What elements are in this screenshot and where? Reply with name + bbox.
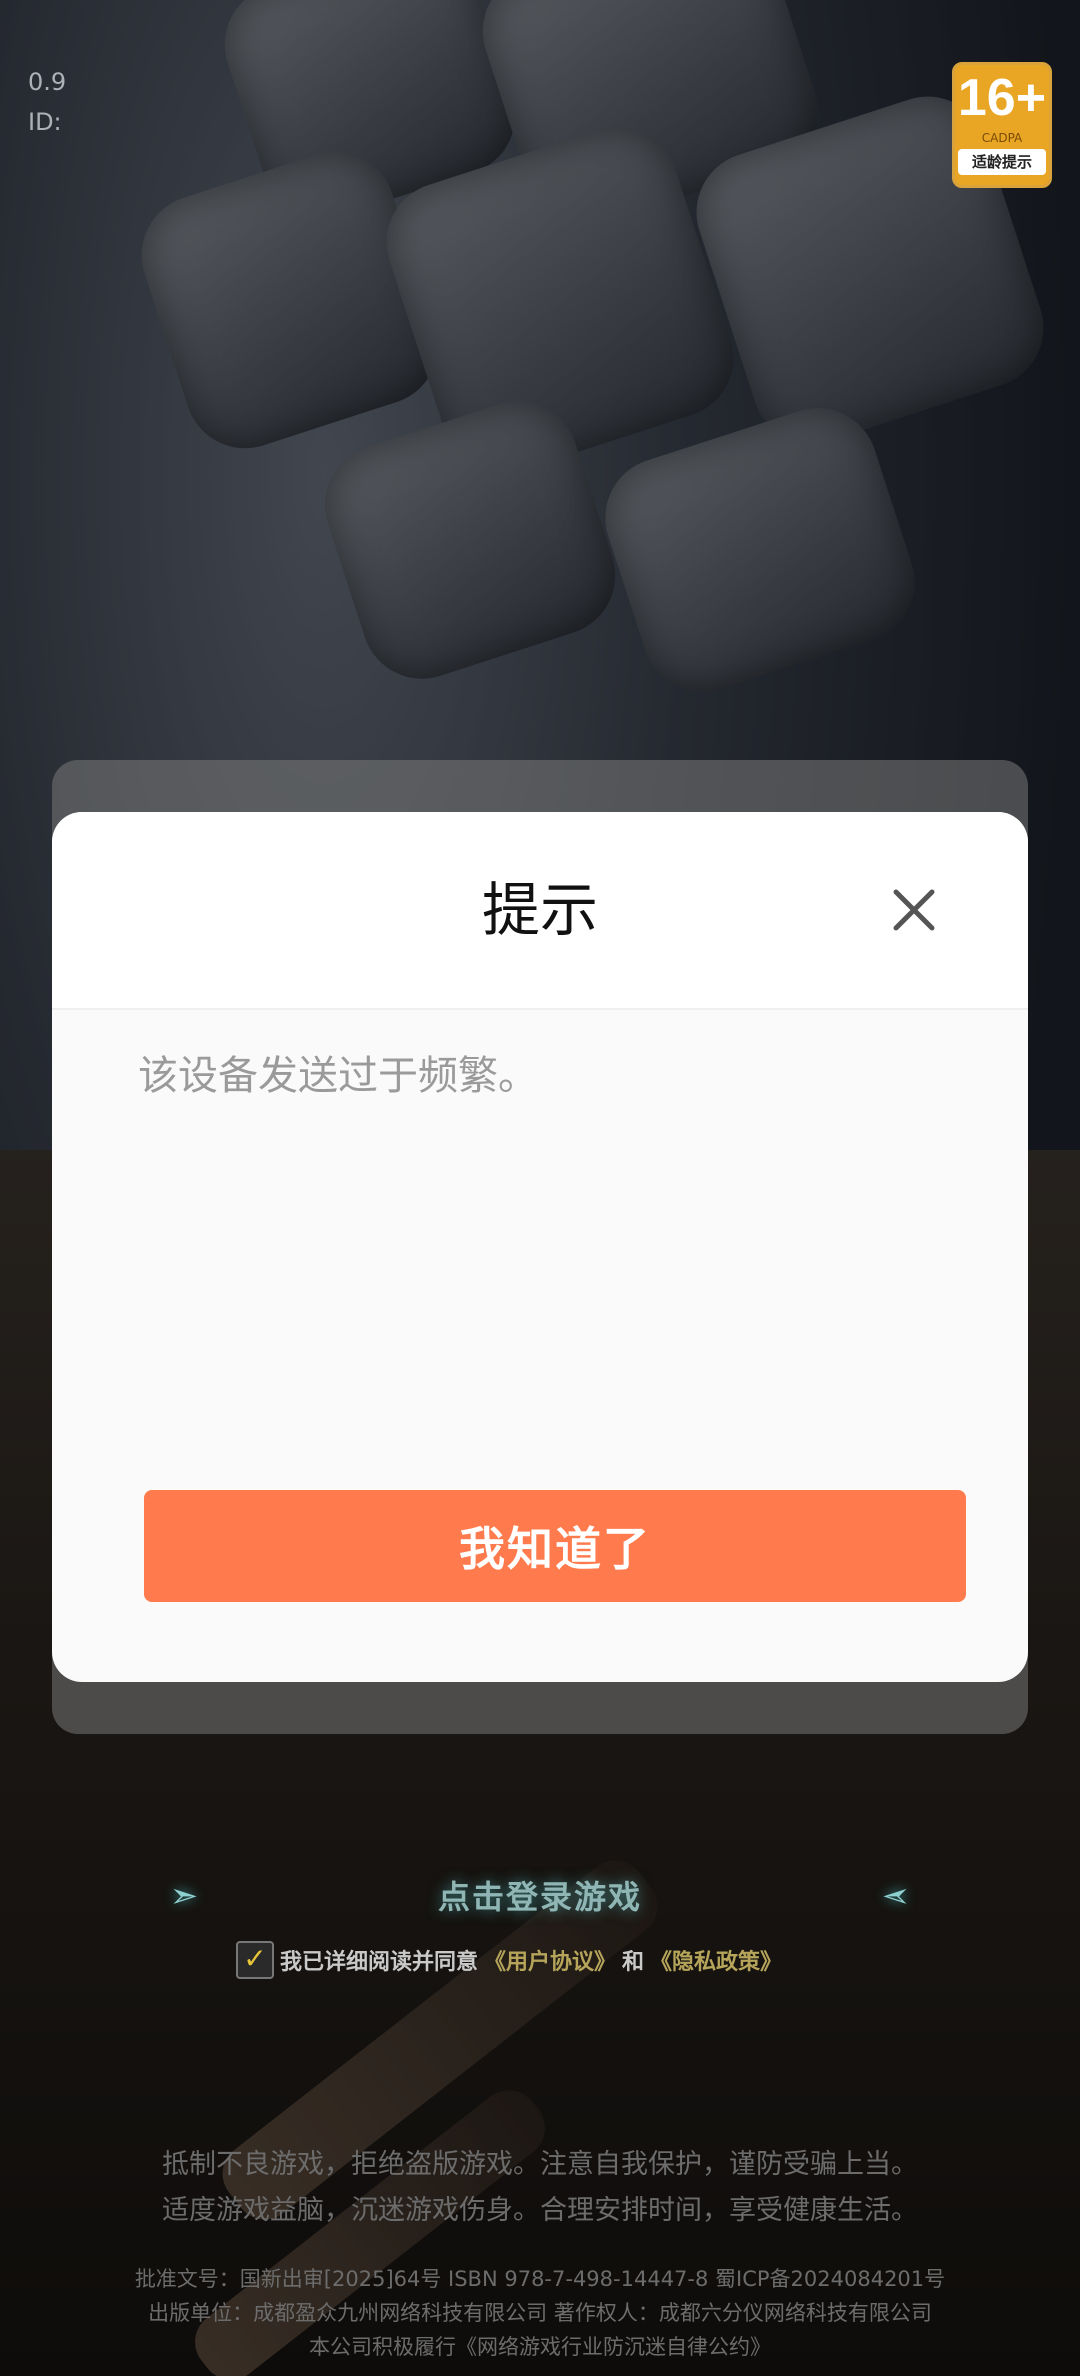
- age-rating-badge[interactable]: 16+ CADPA 适龄提示: [952, 62, 1052, 188]
- privacy-policy-link[interactable]: 《隐私政策》: [650, 1944, 782, 1976]
- arrow-right-icon: ➣: [169, 1876, 199, 1916]
- age-rating-org: CADPA: [981, 131, 1023, 145]
- agreement-row: ✓ 我已详细阅读并同意 《用户协议》 和 《隐私政策》: [236, 1940, 782, 1980]
- login-game-button[interactable]: ➣ 点击登录游戏 ➣: [160, 1864, 920, 1926]
- publication-line: 批准文号：国新出审[2025]64号 ISBN 978-7-498-14447-…: [134, 2267, 946, 2291]
- arrow-left-icon: ➣: [881, 1876, 911, 1916]
- id-text: ID:: [28, 108, 62, 136]
- health-notice: 抵制不良游戏，拒绝盗版游戏。注意自我保护，谨防受骗上当。 适度游戏益脑，沉迷游戏…: [0, 2142, 1080, 2234]
- version-info: 0.9 ID:: [28, 62, 66, 142]
- agreement-and: 和: [622, 1950, 645, 1975]
- publication-line: 本公司积极履行《网络游戏行业防沉迷自律公约》: [309, 2335, 771, 2359]
- dialog-message: 该设备发送过于频繁。: [138, 1053, 538, 1099]
- publication-line: 出版单位：成都盈众九州网络科技有限公司 著作权人：成都六分仪网络科技有限公司: [148, 2301, 932, 2325]
- health-notice-line: 适度游戏益脑，沉迷游戏伤身。合理安排时间，享受健康生活。: [162, 2195, 918, 2226]
- version-text: 0.9: [28, 68, 67, 96]
- dialog-header: 提示: [52, 812, 1028, 1010]
- close-icon: [893, 889, 935, 931]
- agreement-prefix: 我已详细阅读并同意: [280, 1950, 479, 1975]
- login-game-label: 点击登录游戏: [437, 1878, 642, 1916]
- agreement-checkbox[interactable]: ✓: [236, 1941, 274, 1979]
- age-rating-number: 16+: [957, 69, 1047, 127]
- age-rating-tip: 适龄提示: [958, 149, 1046, 175]
- user-agreement-link[interactable]: 《用户协议》: [484, 1944, 616, 1976]
- close-button[interactable]: [878, 874, 950, 946]
- health-notice-line: 抵制不良游戏，拒绝盗版游戏。注意自我保护，谨防受骗上当。: [162, 2149, 918, 2180]
- confirm-button[interactable]: 我知道了: [144, 1490, 966, 1602]
- alert-dialog: 提示 该设备发送过于频繁。 我知道了: [52, 812, 1028, 1682]
- publication-info: 批准文号：国新出审[2025]64号 ISBN 978-7-498-14447-…: [0, 2262, 1080, 2364]
